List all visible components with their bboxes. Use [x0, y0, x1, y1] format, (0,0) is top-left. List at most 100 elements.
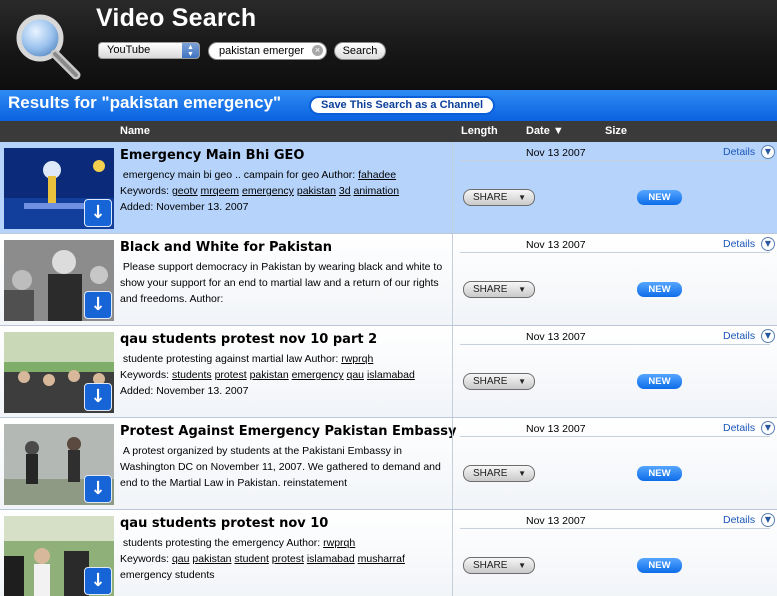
row-rule [460, 436, 770, 437]
result-title[interactable]: Protest Against Emergency Pakistan Embas… [120, 424, 456, 439]
keyword-continuation: emergency students [120, 569, 215, 581]
result-title[interactable]: Emergency Main Bhi GEO [120, 148, 304, 163]
column-header: Name Length Date ▼ Size [0, 121, 777, 142]
chevron-down-icon[interactable]: ▼ [761, 421, 775, 435]
keyword-link[interactable]: musharraf [358, 553, 405, 565]
clear-search-icon[interactable]: × [312, 45, 323, 56]
column-divider [452, 510, 453, 596]
details-link[interactable]: Details [723, 514, 755, 526]
result-row[interactable]: ↓ qau students protest nov 10 part 2 stu… [0, 326, 777, 418]
keyword-link[interactable]: pakistan [250, 369, 289, 381]
keyword-link[interactable]: qau [172, 553, 190, 565]
video-thumbnail[interactable]: ↓ [4, 332, 114, 413]
download-icon[interactable]: ↓ [84, 567, 112, 595]
search-input-value: pakistan emerger [219, 45, 304, 57]
row-rule [460, 528, 770, 529]
result-date: Nov 13 2007 [526, 423, 586, 435]
result-row[interactable]: ↓ Protest Against Emergency Pakistan Emb… [0, 418, 777, 510]
result-title[interactable]: qau students protest nov 10 part 2 [120, 332, 377, 347]
save-search-button[interactable]: Save This Search as a Channel [309, 96, 495, 115]
new-badge: NEW [637, 558, 682, 573]
keyword-link[interactable]: students [172, 369, 212, 381]
download-icon[interactable]: ↓ [84, 383, 112, 411]
keyword-link[interactable]: animation [354, 185, 400, 197]
search-input[interactable]: pakistan emerger × [208, 42, 327, 60]
share-dropdown-icon: ▼ [518, 561, 526, 570]
share-button[interactable]: SHARE ▼ [463, 465, 535, 482]
column-name[interactable]: Name [120, 125, 150, 137]
video-thumbnail[interactable]: ↓ [4, 516, 114, 596]
result-title[interactable]: qau students protest nov 10 [120, 516, 328, 531]
results-bar: Results for "pakistan emergency" Save Th… [0, 90, 777, 121]
new-badge: NEW [637, 190, 682, 205]
keyword-link[interactable]: emergency [242, 185, 294, 197]
chevron-down-icon[interactable]: ▼ [761, 329, 775, 343]
share-button[interactable]: SHARE ▼ [463, 189, 535, 206]
row-rule [460, 160, 770, 161]
new-badge: NEW [637, 282, 682, 297]
row-rule [460, 252, 770, 253]
chevron-down-icon[interactable]: ▼ [761, 145, 775, 159]
share-dropdown-icon: ▼ [518, 377, 526, 386]
added-date: Added: November 13. 2007 [120, 201, 249, 213]
share-dropdown-icon: ▼ [518, 193, 526, 202]
details-link[interactable]: Details [723, 146, 755, 158]
keyword-link[interactable]: qau [347, 369, 365, 381]
keyword-link[interactable]: protest [272, 553, 304, 565]
details-link[interactable]: Details [723, 330, 755, 342]
author-link[interactable]: fahadee [358, 169, 396, 181]
magnifier-logo-icon [16, 14, 81, 80]
search-button[interactable]: Search [334, 42, 386, 60]
column-length[interactable]: Length [461, 125, 498, 137]
select-arrows-icon: ▲ ▼ [182, 43, 199, 58]
source-select[interactable]: YouTube ▲ ▼ [98, 42, 200, 59]
column-divider [452, 418, 453, 509]
keyword-link[interactable]: student [234, 553, 268, 565]
chevron-down-icon[interactable]: ▼ [761, 237, 775, 251]
download-icon[interactable]: ↓ [84, 475, 112, 503]
column-divider [452, 142, 453, 233]
chevron-down-icon[interactable]: ▼ [761, 513, 775, 527]
result-description: Please support democracy in Pakistan by … [120, 261, 443, 305]
keyword-link[interactable]: protest [215, 369, 247, 381]
keyword-link[interactable]: geotv [172, 185, 198, 197]
result-description: studente protesting against martial law … [120, 351, 450, 399]
column-divider [452, 234, 453, 325]
details-link[interactable]: Details [723, 238, 755, 250]
keyword-link[interactable]: islamabad [367, 369, 415, 381]
share-dropdown-icon: ▼ [518, 469, 526, 478]
video-thumbnail[interactable]: ↓ [4, 240, 114, 321]
app-header: Video Search YouTube ▲ ▼ pakistan emerger… [0, 0, 777, 90]
result-description: students protesting the emergency Author… [120, 535, 450, 583]
result-row[interactable]: ↓ Emergency Main Bhi GEO emergency main … [0, 142, 777, 234]
column-size[interactable]: Size [605, 125, 627, 137]
result-date: Nov 13 2007 [526, 331, 586, 343]
download-icon[interactable]: ↓ [84, 291, 112, 319]
keyword-link[interactable]: mrqeem [201, 185, 240, 197]
result-date: Nov 13 2007 [526, 239, 586, 251]
result-title[interactable]: Black and White for Pakistan [120, 240, 332, 255]
details-link[interactable]: Details [723, 422, 755, 434]
row-rule [460, 344, 770, 345]
share-button[interactable]: SHARE ▼ [463, 373, 535, 390]
keyword-link[interactable]: 3d [339, 185, 351, 197]
video-thumbnail[interactable]: ↓ [4, 424, 114, 505]
keyword-link[interactable]: emergency [292, 369, 344, 381]
keyword-link[interactable]: pakistan [192, 553, 231, 565]
column-divider [452, 326, 453, 417]
author-link[interactable]: rwprqh [341, 353, 373, 365]
share-dropdown-icon: ▼ [518, 285, 526, 294]
keyword-link[interactable]: pakistan [297, 185, 336, 197]
new-badge: NEW [637, 466, 682, 481]
author-link[interactable]: rwprqh [323, 537, 355, 549]
result-date: Nov 13 2007 [526, 515, 586, 527]
video-thumbnail[interactable]: ↓ [4, 148, 114, 229]
download-icon[interactable]: ↓ [84, 199, 112, 227]
result-description: A protest organized by students at the P… [120, 445, 441, 489]
share-button[interactable]: SHARE ▼ [463, 557, 535, 574]
result-row[interactable]: ↓ qau students protest nov 10 students p… [0, 510, 777, 596]
result-row[interactable]: ↓ Black and White for Pakistan Please su… [0, 234, 777, 326]
keyword-link[interactable]: islamabad [307, 553, 355, 565]
column-date[interactable]: Date ▼ [526, 125, 564, 137]
share-button[interactable]: SHARE ▼ [463, 281, 535, 298]
